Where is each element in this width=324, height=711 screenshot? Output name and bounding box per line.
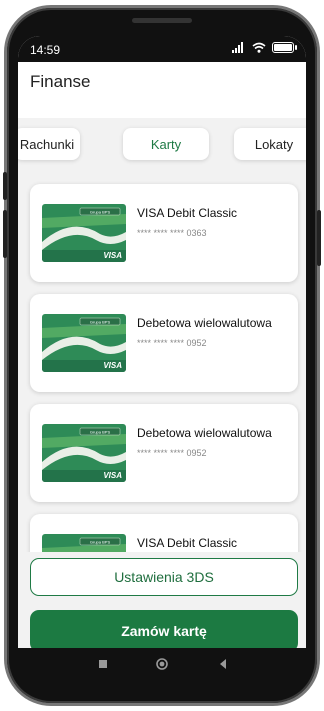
volume-down-button bbox=[3, 210, 7, 258]
app-header: Finanse bbox=[18, 62, 306, 118]
card-bank-label: Grupa BPS bbox=[90, 540, 111, 545]
card-image: Grupa BPS VISA bbox=[42, 204, 126, 262]
back-icon[interactable] bbox=[218, 658, 228, 670]
visa-logo: VISA bbox=[103, 251, 122, 260]
card-name: Debetowa wielowalutowa bbox=[137, 426, 272, 440]
card-number: **** **** **** 0363 bbox=[137, 228, 207, 238]
card-art: Grupa BPS VISA bbox=[42, 204, 126, 262]
status-bar: 14:59 bbox=[18, 36, 306, 62]
card-bank-label: Grupa BPS bbox=[90, 320, 111, 325]
page-title: Finanse bbox=[30, 72, 91, 91]
power-button bbox=[317, 210, 321, 266]
status-time: 14:59 bbox=[30, 43, 61, 57]
tab-rachunki[interactable]: Rachunki bbox=[18, 128, 80, 160]
status-icons bbox=[232, 42, 297, 53]
battery-icon bbox=[272, 42, 297, 53]
home-icon[interactable] bbox=[156, 658, 168, 670]
card-item[interactable]: Grupa BPS VISA Debetowa wielowalutowa ***… bbox=[30, 404, 298, 502]
tab-lokaty[interactable]: Lokaty bbox=[234, 128, 306, 160]
card-name: VISA Debit Classic bbox=[137, 206, 238, 220]
card-image: Grupa BPS VISA bbox=[42, 424, 126, 482]
recent-apps-icon[interactable] bbox=[98, 658, 108, 670]
card-item[interactable]: Grupa BPS VISA Debetowa wielowalutowa ***… bbox=[30, 294, 298, 392]
card-number: **** **** **** 0952 bbox=[137, 448, 207, 458]
card-image: Grupa BPSVISA bbox=[42, 534, 126, 552]
volume-up-button bbox=[3, 172, 7, 200]
signal-icon bbox=[232, 42, 246, 53]
wifi-icon bbox=[252, 42, 266, 53]
card-name: VISA Debit Classic bbox=[137, 536, 238, 550]
card-name: Debetowa wielowalutowa bbox=[137, 316, 272, 330]
phone-frame: 14:59 Finanse Rachunki Karty Lokaty Grup… bbox=[0, 0, 324, 711]
card-art: Grupa BPS VISA bbox=[42, 424, 126, 482]
screen: 14:59 Finanse Rachunki Karty Lokaty Grup… bbox=[18, 36, 306, 648]
earpiece-speaker bbox=[132, 18, 192, 23]
card-bank-label: Grupa BPS bbox=[90, 430, 111, 435]
settings-3ds-button[interactable]: Ustawienia 3DS bbox=[30, 558, 298, 596]
card-bank-label: Grupa BPS bbox=[90, 210, 111, 215]
card-art: Grupa BPSVISA bbox=[42, 534, 126, 552]
card-image: Grupa BPS VISA bbox=[42, 314, 126, 372]
card-art: Grupa BPS VISA bbox=[42, 314, 126, 372]
card-item[interactable]: Grupa BPSVISA VISA Debit Classic bbox=[30, 514, 298, 552]
order-card-button[interactable]: Zamów kartę bbox=[30, 610, 298, 648]
visa-logo: VISA bbox=[103, 361, 122, 370]
navigation-bar bbox=[18, 648, 306, 682]
tab-bar: Rachunki Karty Lokaty bbox=[18, 118, 306, 174]
tab-karty[interactable]: Karty bbox=[123, 128, 209, 160]
card-item[interactable]: Grupa BPS VISA VISA Debit Classic **** **… bbox=[30, 184, 298, 282]
card-number: **** **** **** 0952 bbox=[137, 338, 207, 348]
card-list: Grupa BPS VISA VISA Debit Classic **** **… bbox=[18, 174, 306, 552]
visa-logo: VISA bbox=[103, 471, 122, 480]
